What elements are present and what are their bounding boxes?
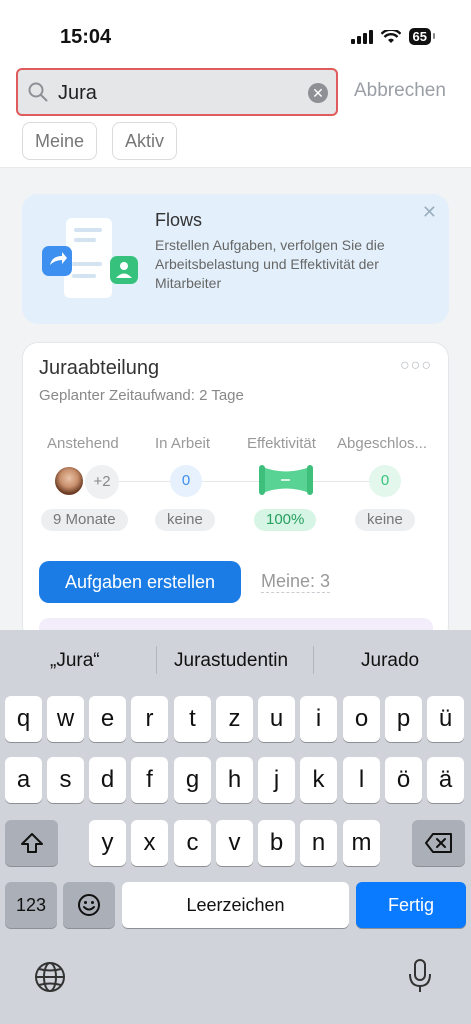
status-bar: 15:04 65 — [0, 0, 471, 60]
progress-line — [113, 481, 393, 482]
flow-planned-time: Geplanter Zeitaufwand: 2 Tage — [39, 387, 244, 404]
close-icon[interactable]: ✕ — [422, 202, 437, 223]
completed-count: 0 — [369, 465, 401, 497]
key-e[interactable]: e — [89, 696, 126, 742]
key-c[interactable]: c — [174, 820, 211, 866]
column-in-progress-label: In Arbeit — [155, 435, 211, 452]
banner-text: Erstellen Aufgaben, verfolgen Sie die Ar… — [155, 237, 385, 291]
key-p[interactable]: p — [385, 696, 422, 742]
wifi-icon — [380, 29, 401, 43]
in-progress-pill: keine — [155, 509, 215, 531]
suggestion-divider — [313, 646, 314, 674]
keyboard: q w e r t z u i o p ü a s d f g h j k l … — [0, 690, 471, 1024]
search-input[interactable]: Jura ✕ — [16, 68, 338, 116]
done-key[interactable]: Fertig — [356, 882, 466, 928]
suggestion-1[interactable]: „Jura“ — [50, 650, 100, 672]
key-n[interactable]: n — [300, 820, 337, 866]
create-tasks-button[interactable]: Aufgaben erstellen — [39, 561, 241, 603]
key-l[interactable]: l — [343, 757, 380, 803]
key-u[interactable]: u — [258, 696, 295, 742]
emoji-icon — [78, 894, 100, 916]
key-g[interactable]: g — [174, 757, 211, 803]
my-tasks-link[interactable]: Meine: 3 — [261, 571, 331, 593]
space-key[interactable]: Leerzeichen — [122, 882, 349, 928]
key-j[interactable]: j — [258, 757, 295, 803]
key-v[interactable]: v — [216, 820, 253, 866]
search-icon — [28, 82, 48, 102]
key-t[interactable]: t — [174, 696, 211, 742]
key-y[interactable]: y — [89, 820, 126, 866]
key-q[interactable]: q — [5, 696, 42, 742]
suggestion-2[interactable]: Jurastudentin — [174, 650, 288, 672]
key-ue[interactable]: ü — [427, 696, 464, 742]
flows-illustration-icon — [42, 218, 138, 298]
key-s[interactable]: s — [47, 757, 84, 803]
effectivity-hourglass-icon — [259, 465, 313, 495]
backspace-key[interactable] — [412, 820, 465, 866]
key-o[interactable]: o — [343, 696, 380, 742]
key-ae[interactable]: ä — [427, 757, 464, 803]
backspace-icon — [424, 833, 452, 853]
search-value: Jura — [58, 82, 97, 104]
pending-duration-pill: 9 Monate — [41, 509, 128, 531]
key-a[interactable]: a — [5, 757, 42, 803]
banner-title: Flows — [155, 210, 203, 230]
suggestion-3[interactable]: Jurado — [361, 650, 419, 672]
key-d[interactable]: d — [89, 757, 126, 803]
shift-key[interactable] — [5, 820, 58, 866]
shift-icon — [20, 833, 43, 853]
filter-chip-active[interactable]: Aktiv — [112, 122, 178, 160]
avatar[interactable] — [53, 465, 85, 497]
in-progress-count: 0 — [170, 465, 202, 497]
suggestion-divider — [156, 646, 157, 674]
key-x[interactable]: x — [131, 820, 168, 866]
key-k[interactable]: k — [300, 757, 337, 803]
key-w[interactable]: w — [47, 696, 84, 742]
completed-pill: keine — [355, 509, 415, 531]
clear-search-icon[interactable]: ✕ — [308, 83, 328, 103]
cellular-signal-icon — [350, 29, 373, 44]
key-r[interactable]: r — [131, 696, 168, 742]
key-b[interactable]: b — [258, 820, 295, 866]
filter-chip-mine[interactable]: Meine — [22, 122, 98, 160]
cancel-button[interactable]: Abbrechen — [354, 80, 446, 102]
more-options-icon[interactable]: ○○○ — [400, 357, 432, 375]
key-oe[interactable]: ö — [385, 757, 422, 803]
battery-indicator: 65 — [408, 28, 436, 45]
flows-info-banner: Flows Erstellen Aufgaben, verfolgen Sie … — [22, 194, 449, 324]
key-f[interactable]: f — [131, 757, 168, 803]
key-h[interactable]: h — [216, 757, 253, 803]
flow-title: Juraabteilung — [39, 357, 160, 379]
microphone-icon[interactable] — [407, 958, 433, 994]
column-pending-label: Anstehend — [47, 435, 119, 452]
more-members-count[interactable]: +2 — [85, 465, 119, 499]
effectivity-pill: 100% — [254, 509, 317, 531]
keyboard-suggestions: „Jura“ Jurastudentin Jurado — [0, 630, 471, 690]
key-m[interactable]: m — [343, 820, 380, 866]
status-icons: 65 — [350, 28, 436, 45]
key-z[interactable]: z — [216, 696, 253, 742]
numbers-key[interactable]: 123 — [5, 882, 57, 928]
flow-card[interactable]: Juraabteilung ○○○ Geplanter Zeitaufwand:… — [22, 342, 449, 648]
globe-icon[interactable] — [33, 960, 67, 994]
status-time: 15:04 — [60, 26, 112, 48]
search-header: Jura ✕ Abbrechen Meine Aktiv — [0, 60, 471, 168]
column-completed-label: Abgeschlos... — [337, 435, 428, 452]
key-i[interactable]: i — [300, 696, 337, 742]
emoji-key[interactable] — [63, 882, 115, 928]
column-effectivity-label: Effektivität — [247, 435, 316, 452]
